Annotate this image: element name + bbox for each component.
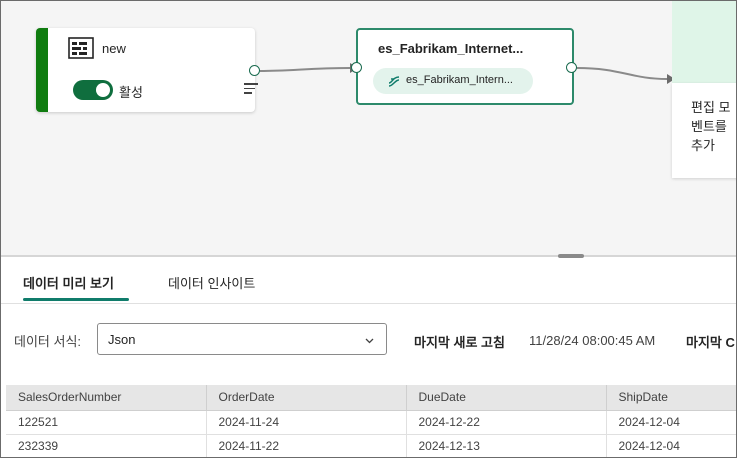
eventstream-source-icon (68, 37, 94, 59)
column-header[interactable]: ShipDate (606, 385, 736, 411)
data-preview-table: SalesOrderNumber OrderDate DueDate ShipD… (6, 385, 736, 457)
table-row: 232339 2024-11-22 2024-12-13 2024-12-04 (6, 434, 736, 457)
column-header[interactable]: DueDate (406, 385, 607, 411)
data-format-label: 데이터 서식: (14, 334, 82, 349)
node-menu-icon[interactable] (244, 83, 258, 95)
source-output-port[interactable] (249, 65, 260, 76)
eventstream-node[interactable]: es_Fabrikam_Internet... es_Fabrikam_Inte… (356, 28, 574, 105)
chevron-down-icon (365, 338, 374, 344)
table-cell: 122521 (6, 410, 207, 435)
table-cell: 2024-12-04 (606, 410, 736, 435)
eventstream-pill[interactable]: es_Fabrikam_Intern... (373, 68, 533, 94)
table-cell: 2024-11-22 (206, 434, 407, 457)
table-cell: 2024-12-13 (406, 434, 607, 457)
stream-input-port[interactable] (351, 62, 362, 73)
stream-icon (388, 76, 400, 87)
active-tab-indicator (23, 298, 129, 301)
panel-splitter[interactable] (1, 255, 736, 257)
last-label-truncated: 마지막 C (686, 335, 735, 350)
table-cell: 2024-12-04 (606, 434, 736, 457)
column-header[interactable]: SalesOrderNumber (6, 385, 207, 411)
bottom-tabs: 데이터 미리 보기 데이터 인사이트 (1, 258, 736, 304)
table-cell: 2024-11-24 (206, 410, 407, 435)
toggle-label: 활성 (119, 85, 143, 100)
destination-text: 편집 모 벤트를 추가 (691, 100, 731, 153)
last-refresh-label: 마지막 새로 고침 (414, 335, 505, 350)
flow-canvas[interactable]: new 활성 es_Fabrikam_Internet... es_Fabrik… (1, 1, 736, 255)
tab-data-preview[interactable]: 데이터 미리 보기 (23, 273, 114, 292)
eventstream-pill-label: es_Fabrikam_Intern... (406, 74, 513, 86)
app-frame: new 활성 es_Fabrikam_Internet... es_Fabrik… (0, 0, 737, 458)
tab-data-insights[interactable]: 데이터 인사이트 (168, 273, 255, 292)
table-header-row: SalesOrderNumber OrderDate DueDate ShipD… (6, 385, 736, 411)
last-refresh-value: 11/28/24 08:00:45 AM (529, 333, 656, 348)
column-header[interactable]: OrderDate (206, 385, 407, 411)
source-node-name: new (102, 41, 126, 56)
toggle-knob (96, 83, 110, 97)
table-cell: 2024-12-22 (406, 410, 607, 435)
data-format-value: Json (108, 332, 136, 347)
destination-header (672, 1, 736, 83)
destination-node[interactable]: 편집 모 벤트를 추가 (672, 83, 736, 178)
active-toggle[interactable] (73, 80, 113, 100)
data-format-select[interactable]: Json (97, 323, 387, 355)
stream-output-port[interactable] (566, 62, 577, 73)
source-node[interactable]: new 활성 (36, 28, 258, 112)
table-cell: 232339 (6, 434, 207, 457)
eventstream-title: es_Fabrikam_Internet... (378, 41, 524, 56)
table-row: 122521 2024-11-24 2024-12-22 2024-12-04 (6, 410, 736, 435)
